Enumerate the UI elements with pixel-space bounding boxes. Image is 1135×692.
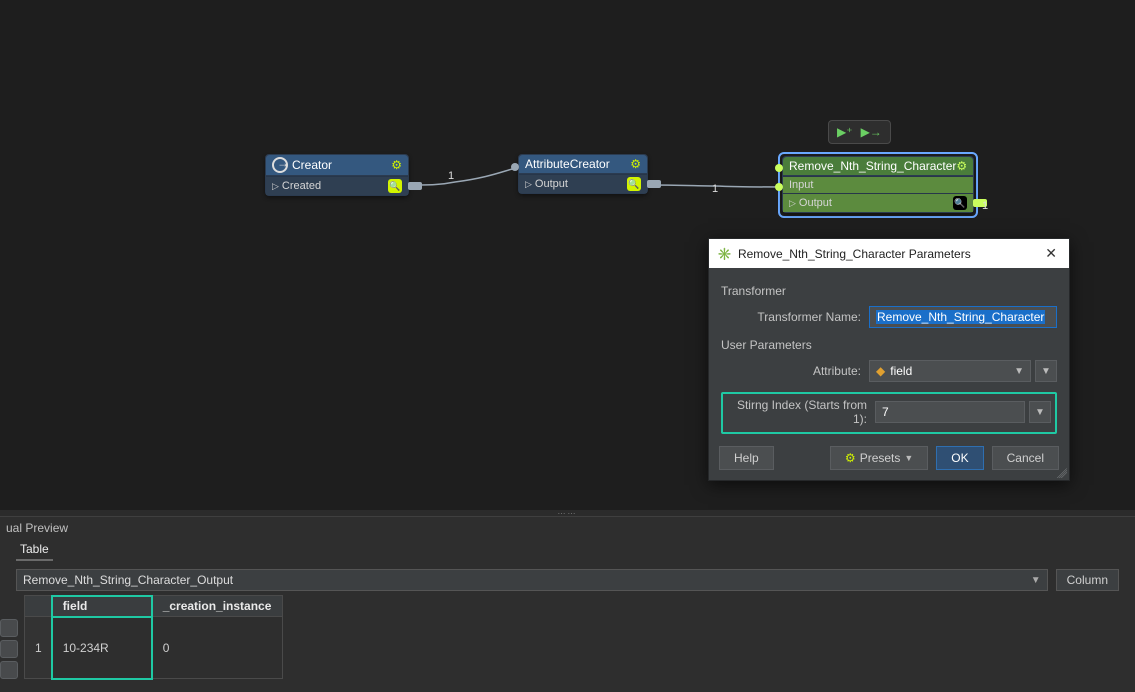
row-index-header [25, 596, 53, 617]
section-transformer-label: Transformer [721, 284, 1057, 298]
gear-icon[interactable]: ⚙ [391, 158, 402, 172]
preview-source-dropdown[interactable]: Remove_Nth_String_Character_Output ▼ [16, 569, 1048, 591]
col-field-header[interactable]: field [52, 596, 152, 617]
inspect-icon[interactable] [953, 196, 967, 210]
gear-icon[interactable]: ⚙ [630, 157, 641, 171]
node-remove-nth[interactable]: Remove_Nth_String_Character ⚙ Input Outp… [782, 156, 974, 213]
run-to-icon[interactable]: ▶→ [861, 125, 882, 139]
attribute-label: Attribute: [721, 364, 861, 378]
triangle-icon [789, 197, 796, 209]
ok-button[interactable]: OK [936, 446, 983, 470]
node-creator[interactable]: Creator ⚙ Created [265, 154, 409, 196]
node-attributecreator-port-out[interactable]: Output [519, 174, 647, 193]
string-index-label: Stirng Index (Starts from 1): [727, 398, 867, 426]
node-attributecreator-title: AttributeCreator [525, 157, 610, 171]
resize-grip[interactable] [1057, 468, 1067, 478]
dialog-button-row: Help ⚙ Presets ▼ OK Cancel [709, 438, 1069, 480]
transformer-name-input[interactable]: Remove_Nth_String_Character [869, 306, 1057, 328]
gear-icon[interactable]: ⚙ [956, 159, 967, 173]
node-remove-nth-title: Remove_Nth_String_Character [789, 159, 956, 173]
table-row[interactable]: 1 10-234R 0 [25, 617, 283, 679]
row-tool-icon[interactable] [0, 640, 18, 658]
gear-icon: ⚙ [845, 451, 856, 465]
transformer-icon: ✳️ [717, 247, 732, 261]
chevron-down-icon: ▼ [1014, 366, 1024, 377]
presets-button[interactable]: ⚙ Presets ▼ [830, 446, 928, 470]
node-attributecreator-header[interactable]: AttributeCreator ⚙ [519, 155, 647, 174]
chevron-down-icon: ▼ [1031, 575, 1041, 586]
row-transformer-name: Transformer Name: Remove_Nth_String_Char… [721, 306, 1057, 328]
col-creation-instance-header[interactable]: _creation_instance [152, 596, 282, 617]
preview-tabs: Table [0, 539, 1135, 565]
row-tool-icon[interactable] [0, 619, 18, 637]
dialog-title: Remove_Nth_String_Character Parameters [738, 247, 971, 261]
row-tool-icon[interactable] [0, 661, 18, 679]
string-index-extra-button[interactable]: ▼ [1029, 401, 1051, 423]
input-dot[interactable] [775, 164, 783, 172]
row-attribute: Attribute: ◆ field ▼ ▼ [721, 360, 1057, 382]
input-dot[interactable] [511, 163, 519, 171]
close-icon[interactable]: ✕ [1041, 245, 1061, 262]
dialog-titlebar[interactable]: ✳️ Remove_Nth_String_Character Parameter… [709, 239, 1069, 268]
node-remove-nth-header[interactable]: Remove_Nth_String_Character ⚙ [783, 157, 973, 176]
edge-count-1: 1 [448, 170, 454, 182]
edge-count-2: 1 [712, 183, 718, 195]
string-index-input[interactable]: 7 [875, 401, 1025, 423]
help-button[interactable]: Help [719, 446, 774, 470]
input-dot[interactable] [775, 183, 783, 191]
cell-creation-instance[interactable]: 0 [152, 617, 282, 679]
triangle-icon [525, 178, 532, 190]
row-string-index: Stirng Index (Starts from 1): 7 ▼ [727, 398, 1051, 426]
run-icon[interactable]: ▶⁺ [837, 125, 853, 139]
node-attributecreator[interactable]: AttributeCreator ⚙ Output [518, 154, 648, 194]
node-action-bar[interactable]: ▶⁺ ▶→ [828, 120, 891, 144]
node-creator-title: Creator [292, 158, 332, 172]
preview-panel-title: ual Preview [0, 517, 1135, 539]
attribute-extra-button[interactable]: ▼ [1035, 360, 1057, 382]
output-stub[interactable] [408, 182, 422, 190]
cell-field[interactable]: 10-234R [52, 617, 152, 679]
node-creator-header[interactable]: Creator ⚙ [266, 155, 408, 176]
node-remove-nth-port-in[interactable]: Input [783, 176, 973, 193]
parameters-dialog[interactable]: ✳️ Remove_Nth_String_Character Parameter… [708, 238, 1070, 481]
transformer-name-label: Transformer Name: [721, 310, 861, 324]
cancel-button[interactable]: Cancel [992, 446, 1059, 470]
chevron-down-icon: ▼ [904, 453, 913, 463]
triangle-icon [272, 180, 279, 192]
node-remove-nth-port-out[interactable]: Output [783, 193, 973, 212]
attribute-dropdown[interactable]: ◆ field ▼ [869, 360, 1031, 382]
columns-button[interactable]: Column [1056, 569, 1119, 591]
row-action-column [0, 595, 22, 679]
section-user-params-label: User Parameters [721, 338, 1057, 352]
edge-count-3: 1 [982, 200, 988, 212]
visual-preview-panel: ual Preview Table Remove_Nth_String_Char… [0, 516, 1135, 692]
output-stub[interactable] [647, 180, 661, 188]
tab-table[interactable]: Table [16, 539, 53, 561]
inspect-icon[interactable] [388, 179, 402, 193]
preview-toolbar: Remove_Nth_String_Character_Output ▼ Col… [0, 565, 1135, 595]
attribute-icon: ◆ [876, 364, 885, 378]
inspect-icon[interactable] [627, 177, 641, 191]
row-index-cell: 1 [25, 617, 53, 679]
table-header-row: field _creation_instance [25, 596, 283, 617]
preview-table: field _creation_instance 1 10-234R 0 [24, 595, 283, 679]
node-creator-port-out[interactable]: Created [266, 176, 408, 195]
creator-icon [272, 157, 288, 173]
string-index-highlight: Stirng Index (Starts from 1): 7 ▼ [721, 392, 1057, 434]
